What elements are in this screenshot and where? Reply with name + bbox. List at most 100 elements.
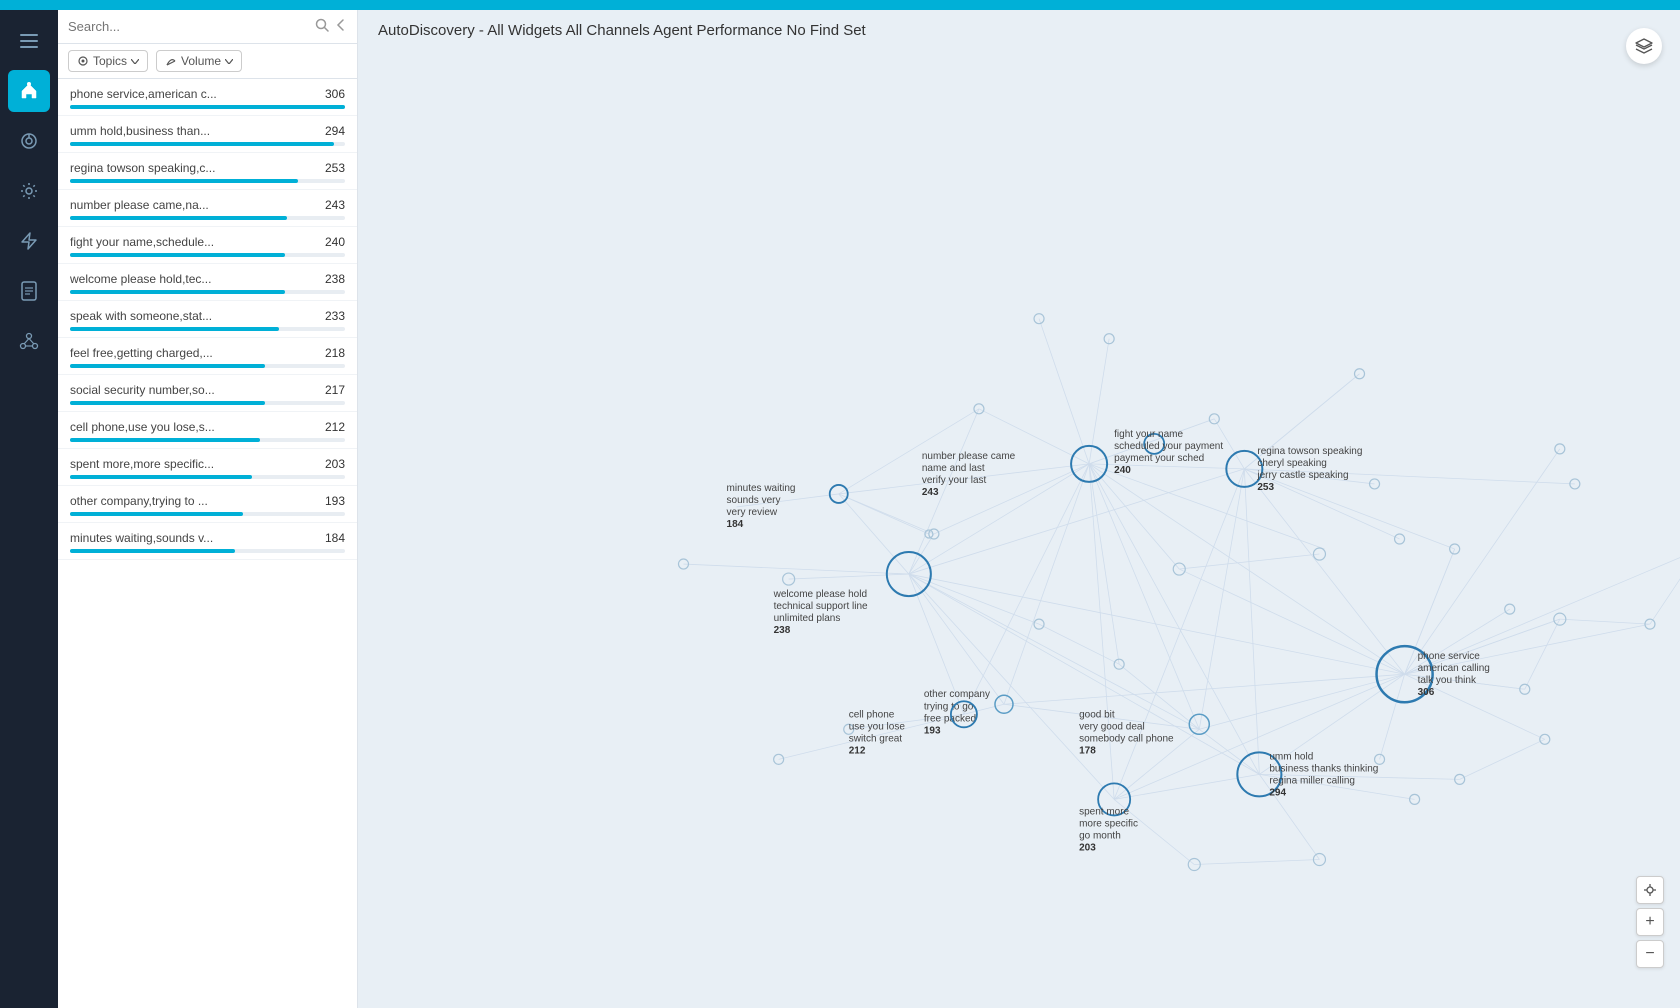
top-bar	[0, 0, 1680, 10]
left-panel: Topics Volume phone service,american c..…	[58, 10, 358, 1008]
svg-text:294: 294	[1269, 787, 1286, 798]
svg-text:use you lose: use you lose	[849, 721, 906, 732]
analytics-icon[interactable]	[8, 120, 50, 162]
topic-bar-bg	[70, 142, 345, 146]
topic-bar-bg	[70, 105, 345, 109]
topic-bar	[70, 179, 298, 183]
svg-text:203: 203	[1079, 842, 1096, 853]
svg-text:trying to go: trying to go	[924, 701, 974, 712]
plus-icon: +	[1645, 914, 1654, 930]
list-item[interactable]: umm hold,business than... 294	[58, 116, 357, 153]
svg-text:umm hold: umm hold	[1269, 751, 1313, 762]
svg-text:184: 184	[727, 519, 744, 530]
topic-bar	[70, 512, 243, 516]
topic-count: 233	[325, 309, 345, 323]
topic-name: umm hold,business than...	[70, 124, 317, 138]
topic-bar-bg	[70, 438, 345, 442]
list-item[interactable]: speak with someone,stat... 233	[58, 301, 357, 338]
svg-text:scheduled your payment: scheduled your payment	[1114, 441, 1223, 452]
list-item[interactable]: number please came,na... 243	[58, 190, 357, 227]
svg-text:spent more: spent more	[1079, 806, 1129, 817]
list-item[interactable]: regina towson speaking,c... 253	[58, 153, 357, 190]
topic-bar-bg	[70, 549, 345, 553]
settings-icon[interactable]	[8, 170, 50, 212]
topic-name: spent more,more specific...	[70, 457, 317, 471]
topic-name: other company,trying to ...	[70, 494, 317, 508]
svg-text:regina miller calling: regina miller calling	[1269, 775, 1355, 786]
topic-count: 203	[325, 457, 345, 471]
search-bar	[58, 10, 357, 44]
list-item[interactable]: cell phone,use you lose,s... 212	[58, 412, 357, 449]
locate-button[interactable]	[1636, 876, 1664, 904]
svg-text:cheryl speaking: cheryl speaking	[1257, 458, 1326, 469]
graph-container[interactable]: number please came name and last verify …	[358, 60, 1680, 1008]
topic-name: feel free,getting charged,...	[70, 346, 317, 360]
svg-text:go month: go month	[1079, 830, 1121, 841]
filter-bar: Topics Volume	[58, 44, 357, 79]
layers-button[interactable]	[1626, 28, 1662, 64]
svg-text:phone service: phone service	[1418, 651, 1481, 662]
svg-text:very review: very review	[727, 507, 778, 518]
svg-text:178: 178	[1079, 745, 1096, 756]
svg-text:306: 306	[1418, 687, 1435, 698]
home-icon[interactable]	[8, 70, 50, 112]
list-item[interactable]: spent more,more specific... 203	[58, 449, 357, 486]
svg-text:free packed: free packed	[924, 713, 976, 724]
topic-count: 193	[325, 494, 345, 508]
zoom-in-button[interactable]: +	[1636, 908, 1664, 936]
svg-text:verify your last: verify your last	[922, 475, 987, 486]
topic-name: speak with someone,stat...	[70, 309, 317, 323]
topic-bar-bg	[70, 290, 345, 294]
list-item[interactable]: phone service,american c... 306	[58, 79, 357, 116]
topic-bar-bg	[70, 364, 345, 368]
lightning-icon[interactable]	[8, 220, 50, 262]
map-controls: + −	[1636, 876, 1664, 968]
topic-name: phone service,american c...	[70, 87, 317, 101]
svg-text:212: 212	[849, 745, 866, 756]
list-item[interactable]: welcome please hold,tec... 238	[58, 264, 357, 301]
page-title: AutoDiscovery - All Widgets All Channels…	[358, 10, 1680, 51]
topic-bar	[70, 549, 235, 553]
svg-text:fight your name: fight your name	[1114, 429, 1183, 440]
list-item[interactable]: fight your name,schedule... 240	[58, 227, 357, 264]
svg-text:switch great: switch great	[849, 733, 903, 744]
svg-text:193: 193	[924, 725, 941, 736]
network-icon[interactable]	[8, 320, 50, 362]
svg-text:cell phone: cell phone	[849, 709, 895, 720]
list-item[interactable]: feel free,getting charged,... 218	[58, 338, 357, 375]
topic-count: 294	[325, 124, 345, 138]
topic-bar	[70, 290, 285, 294]
menu-icon[interactable]	[8, 20, 50, 62]
list-item[interactable]: other company,trying to ... 193	[58, 486, 357, 523]
document-icon[interactable]	[8, 270, 50, 312]
topic-name: minutes waiting,sounds v...	[70, 531, 317, 545]
topic-count: 243	[325, 198, 345, 212]
volume-filter[interactable]: Volume	[156, 50, 242, 72]
svg-text:number please came: number please came	[922, 451, 1016, 462]
topic-name: social security number,so...	[70, 383, 317, 397]
search-icon[interactable]	[315, 18, 329, 35]
svg-text:253: 253	[1257, 482, 1274, 493]
zoom-out-button[interactable]: −	[1636, 940, 1664, 968]
topic-bar-bg	[70, 253, 345, 257]
topics-filter[interactable]: Topics	[68, 50, 148, 72]
topic-bar-bg	[70, 179, 345, 183]
svg-text:welcome please hold: welcome please hold	[773, 589, 867, 600]
collapse-icon[interactable]	[335, 18, 347, 35]
search-input[interactable]	[68, 19, 309, 34]
topic-name: number please came,na...	[70, 198, 317, 212]
topic-bar-bg	[70, 401, 345, 405]
topic-bar	[70, 142, 334, 146]
list-item[interactable]: social security number,so... 217	[58, 375, 357, 412]
topics-list: phone service,american c... 306 umm hold…	[58, 79, 357, 1008]
svg-text:very good deal: very good deal	[1079, 721, 1145, 732]
topic-bar	[70, 364, 265, 368]
svg-text:243: 243	[922, 487, 939, 498]
list-item[interactable]: minutes waiting,sounds v... 184	[58, 523, 357, 560]
topic-bar-bg	[70, 216, 345, 220]
topic-name: regina towson speaking,c...	[70, 161, 317, 175]
icon-sidebar	[0, 10, 58, 1008]
topic-count: 240	[325, 235, 345, 249]
topic-bar-bg	[70, 327, 345, 331]
topics-label: Topics	[93, 54, 127, 68]
